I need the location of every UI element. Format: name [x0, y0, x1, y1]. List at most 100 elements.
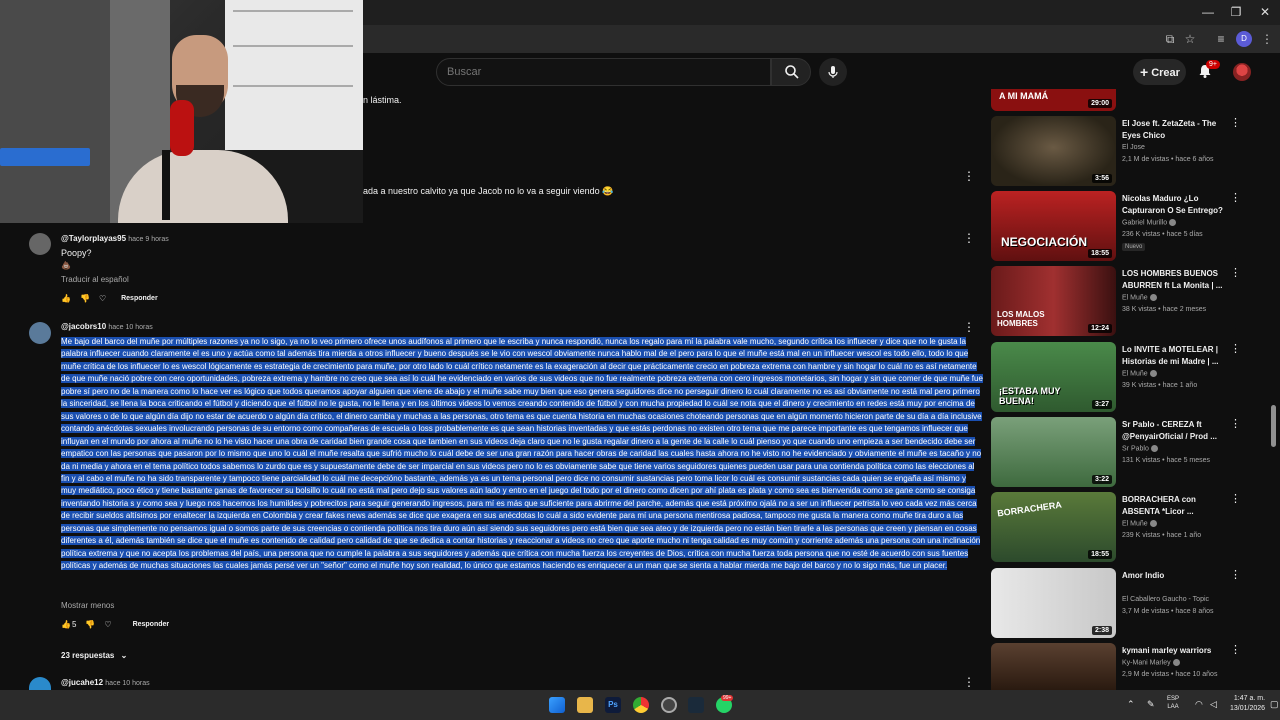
profile-icon[interactable]: D — [1236, 31, 1252, 47]
related-video[interactable]: NEGOCIACIÓN 18:55 Nicolas Maduro ¿Lo Cap… — [991, 191, 1241, 261]
video-meta: 38 K vistas • hace 2 meses — [1122, 306, 1207, 313]
search-button[interactable] — [771, 58, 811, 86]
video-thumbnail[interactable]: 3:22 — [991, 417, 1116, 487]
video-thumbnail[interactable] — [991, 643, 1116, 690]
video-menu-button[interactable]: ⋮ — [1230, 116, 1241, 129]
video-channel[interactable]: El Caballero Gaucho - Topic — [1122, 596, 1209, 603]
like-icon[interactable]: 👍 — [61, 294, 71, 303]
video-menu-button[interactable]: ⋮ — [1230, 342, 1241, 355]
video-title[interactable]: Lo INVITE a MOTELEAR | Historias de mi M… — [1122, 344, 1232, 368]
video-duration: 2:38 — [1091, 626, 1112, 635]
avatar[interactable] — [29, 322, 51, 344]
translate-link[interactable]: Traducir al español — [61, 275, 129, 284]
avatar[interactable] — [29, 677, 51, 690]
microphone-icon — [828, 66, 838, 78]
video-title[interactable]: kymani marley warriors — [1122, 645, 1232, 657]
create-button[interactable]: + Crear — [1133, 59, 1186, 85]
video-channel[interactable]: El Muñe — [1122, 370, 1157, 377]
video-title[interactable]: Amor Indio — [1122, 570, 1232, 582]
dislike-icon[interactable]: 👎 — [85, 620, 95, 629]
video-channel[interactable]: Sr Pablo — [1122, 445, 1158, 452]
related-video[interactable]: BORRACHERA 18:55 BORRACHERA con ABSENTA … — [991, 492, 1241, 562]
video-thumbnail[interactable]: LOS MALOS HOMBRES 12:24 — [991, 266, 1116, 336]
video-thumbnail[interactable]: A MI MAMÁ 29:00 — [991, 89, 1116, 111]
video-duration: 12:24 — [1088, 324, 1112, 333]
show-less-link[interactable]: Mostrar menos — [61, 601, 114, 610]
dislike-icon[interactable]: 👎 — [80, 294, 90, 303]
pen-icon[interactable]: ✎ — [1147, 699, 1155, 710]
video-menu-button[interactable]: ⋮ — [1230, 492, 1241, 505]
search-box[interactable] — [436, 58, 771, 86]
install-app-icon[interactable]: ⧉ — [1162, 31, 1178, 47]
app-icon[interactable] — [688, 697, 704, 713]
video-title[interactable]: Sr Pablo - CEREZA ft @PenyairOficial / P… — [1122, 419, 1232, 443]
maximize-button[interactable]: ❐ — [1227, 4, 1245, 20]
volume-icon[interactable]: ◁ — [1210, 699, 1217, 710]
replies-toggle[interactable]: 23 respuestas ⌄ — [61, 651, 127, 660]
video-menu-button[interactable]: ⋮ — [1230, 266, 1241, 279]
related-video[interactable]: 3:56 El Jose ft. ZetaZeta - The Eyes Chi… — [991, 116, 1241, 186]
related-video[interactable]: ¡ESTABA MUY BUENA! 3:27 Lo INVITE a MOTE… — [991, 342, 1241, 412]
whatsapp-badge: 99+ — [721, 695, 734, 701]
photoshop-icon[interactable]: Ps — [605, 697, 621, 713]
video-duration: 3:27 — [1091, 400, 1112, 409]
video-title[interactable]: LOS HOMBRES BUENOS ABURREN ft La Monita … — [1122, 268, 1232, 292]
avatar[interactable] — [29, 233, 51, 255]
minimize-button[interactable]: — — [1199, 4, 1217, 20]
video-channel[interactable]: El Muñe — [1122, 520, 1157, 527]
video-channel[interactable]: Ky-Mani Marley — [1122, 659, 1180, 666]
start-icon[interactable] — [549, 697, 565, 713]
related-video[interactable]: 3:22 Sr Pablo - CEREZA ft @PenyairOficia… — [991, 417, 1241, 487]
comment-author[interactable]: @Taylorplayas95 hace 9 horas — [61, 234, 169, 243]
extensions-icon[interactable]: ≡ — [1213, 31, 1229, 47]
comment-menu-button[interactable]: ⋮ — [963, 169, 975, 183]
video-thumbnail[interactable]: 2:38 — [991, 568, 1116, 638]
comment-menu-button[interactable]: ⋮ — [963, 675, 975, 689]
obs-icon[interactable] — [661, 697, 677, 713]
comment-menu-button[interactable]: ⋮ — [963, 320, 975, 334]
video-channel[interactable]: El Muñe — [1122, 294, 1157, 301]
notification-center-icon[interactable]: ▢ — [1270, 699, 1279, 710]
wifi-icon[interactable]: ◠ — [1195, 699, 1203, 710]
video-title[interactable]: BORRACHERA con ABSENTA *Licor ... — [1122, 494, 1232, 518]
comment-author[interactable]: @jucahe12 hace 10 horas — [61, 678, 150, 687]
video-duration: 18:55 — [1088, 249, 1112, 258]
search-input[interactable] — [437, 59, 770, 85]
reply-button[interactable]: Responder — [121, 295, 158, 302]
language-indicator[interactable]: ESP LAA — [1167, 695, 1179, 711]
account-avatar[interactable] — [1233, 63, 1251, 81]
related-video[interactable]: A MI MAMÁ 29:00 — [991, 89, 1241, 111]
partial-comment-text: n lástima. — [363, 95, 402, 105]
system-clock[interactable]: 1:47 a. m. 13/01/2026 — [1230, 694, 1265, 714]
video-menu-button[interactable]: ⋮ — [1230, 191, 1241, 204]
chevron-up-icon[interactable]: ⌃ — [1127, 699, 1135, 710]
video-title[interactable]: El Jose ft. ZetaZeta - The Eyes Chico — [1122, 118, 1232, 142]
related-video[interactable]: kymani marley warriors Ky-Mani Marley 2,… — [991, 643, 1241, 690]
video-thumbnail[interactable]: 3:56 — [991, 116, 1116, 186]
video-channel[interactable]: Gabriel Murillo — [1122, 219, 1177, 226]
video-menu-button[interactable]: ⋮ — [1230, 417, 1241, 430]
comment-author[interactable]: @jacobrs10 hace 10 horas — [61, 322, 153, 331]
bookmark-star-icon[interactable]: ☆ — [1182, 31, 1198, 47]
heart-icon[interactable]: ♡ — [99, 294, 106, 303]
related-video[interactable]: LOS MALOS HOMBRES 12:24 LOS HOMBRES BUEN… — [991, 266, 1241, 336]
chrome-icon[interactable] — [633, 697, 649, 713]
comment-menu-button[interactable]: ⋮ — [963, 231, 975, 245]
video-menu-button[interactable]: ⋮ — [1230, 643, 1241, 656]
like-icon[interactable]: 👍 — [61, 620, 71, 629]
related-video[interactable]: 2:38 Amor Indio El Caballero Gaucho - To… — [991, 568, 1241, 638]
video-menu-button[interactable]: ⋮ — [1230, 568, 1241, 581]
video-title[interactable]: Nicolas Maduro ¿Lo Capturaron O Se Entre… — [1122, 193, 1232, 217]
video-thumbnail[interactable]: BORRACHERA 18:55 — [991, 492, 1116, 562]
file-explorer-icon[interactable] — [577, 697, 593, 713]
voice-search-button[interactable] — [819, 58, 847, 86]
video-channel[interactable]: El Jose — [1122, 144, 1145, 151]
video-thumbnail[interactable]: ¡ESTABA MUY BUENA! 3:27 — [991, 342, 1116, 412]
heart-icon[interactable]: ♡ — [104, 620, 111, 629]
video-thumbnail[interactable]: NEGOCIACIÓN 18:55 — [991, 191, 1116, 261]
close-window-button[interactable]: ✕ — [1256, 4, 1274, 20]
browser-menu-icon[interactable]: ⋮ — [1259, 31, 1275, 47]
verified-icon — [1149, 294, 1157, 301]
reply-button[interactable]: Responder — [133, 621, 170, 628]
scrollbar[interactable] — [1271, 405, 1276, 447]
